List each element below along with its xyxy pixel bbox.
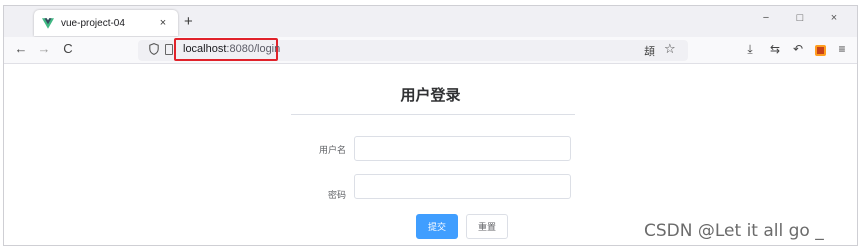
- tab-strip: vue-project-04 × + − □ ×: [4, 6, 857, 37]
- reload-icon[interactable]: C: [59, 41, 77, 56]
- username-input[interactable]: [354, 136, 571, 161]
- forward-arrow-icon[interactable]: →: [35, 41, 53, 56]
- submit-button[interactable]: 提交: [416, 214, 458, 239]
- title-divider: [291, 114, 575, 115]
- undo-icon[interactable]: ↶: [790, 42, 806, 56]
- browser-toolbar: ← → C localhost:8080/login 䪺 ☆ ⤓ ⇆ ↶ ≡: [4, 37, 857, 64]
- url-host: localhost: [183, 43, 227, 55]
- back-arrow-icon[interactable]: ←: [12, 41, 30, 56]
- bookmark-star-icon[interactable]: ☆: [664, 41, 676, 57]
- password-input[interactable]: [354, 174, 571, 199]
- password-label: 密码: [327, 190, 346, 200]
- url-path: :8080/login: [226, 43, 281, 55]
- menu-icon[interactable]: ≡: [834, 42, 850, 56]
- new-tab-button[interactable]: +: [184, 13, 193, 30]
- tab-close-icon[interactable]: ×: [156, 17, 170, 29]
- shield-icon[interactable]: [149, 43, 159, 55]
- browser-tab[interactable]: vue-project-04 ×: [34, 10, 178, 36]
- page-content: 用户登录 用户名 密码 提交 重置: [4, 64, 857, 245]
- tab-title: vue-project-04: [61, 17, 125, 29]
- page-info-icon[interactable]: [165, 44, 173, 55]
- minimize-icon[interactable]: −: [749, 12, 783, 24]
- extensions-icon[interactable]: ⇆: [767, 42, 783, 56]
- addon-icon[interactable]: [815, 45, 826, 56]
- maximize-icon[interactable]: □: [783, 12, 817, 24]
- window-controls: − □ ×: [749, 12, 851, 24]
- url-text[interactable]: localhost:8080/login: [183, 43, 280, 55]
- browser-window: vue-project-04 × + − □ × ← → C localhost…: [3, 5, 858, 246]
- translate-icon[interactable]: 䪺: [644, 43, 655, 59]
- username-label: 用户名: [318, 145, 346, 155]
- reset-button[interactable]: 重置: [466, 214, 508, 239]
- download-icon[interactable]: ⤓: [742, 42, 758, 57]
- close-window-icon[interactable]: ×: [817, 12, 851, 24]
- page-title: 用户登录: [400, 87, 461, 104]
- vue-logo-icon: [42, 17, 54, 29]
- csdn-watermark: CSDN @Let it all go _: [644, 221, 824, 241]
